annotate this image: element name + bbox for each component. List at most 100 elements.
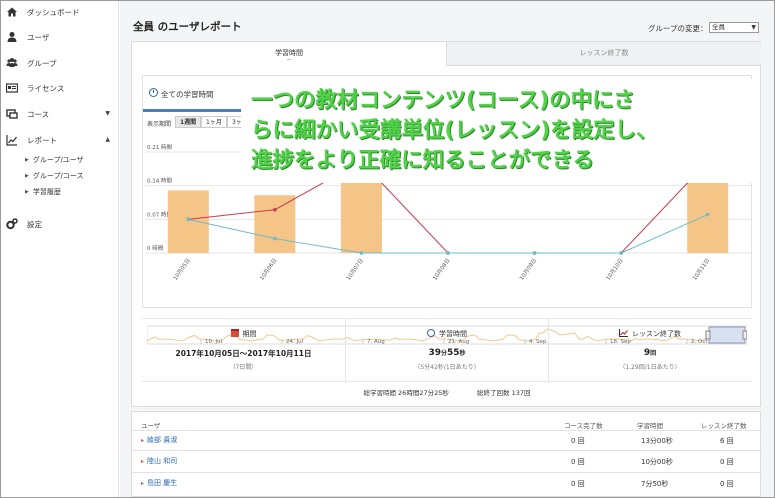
sidebar-item-label: ユーザ <box>27 32 50 42</box>
table-header-lessons[interactable]: レッスン終了数 <box>701 420 747 430</box>
bar <box>167 190 209 253</box>
cell-courses: 0 回 <box>571 458 585 466</box>
cell-lessons: 0 回 <box>720 480 734 488</box>
group-select-value: 全員 <box>712 23 725 31</box>
stat-study-label: 学習時間 <box>346 329 548 339</box>
sidebar-subitem-group-course[interactable]: ▶ グループ/コース <box>25 170 83 182</box>
chart-title: 全ての学習時間 <box>161 90 214 99</box>
user-name[interactable]: 綾部 貴淑 <box>147 436 177 444</box>
series-point <box>705 212 710 217</box>
chart-title-row: 全ての学習時間 <box>143 76 245 112</box>
user-name-link[interactable]: ▸ 島田 慶生 <box>141 478 177 488</box>
sidebar-item-label: グループ <box>27 58 57 68</box>
x-tick-label: 10月06日 <box>258 257 278 281</box>
sidebar-subitem-history[interactable]: ▶ 学習履歴 <box>25 186 61 198</box>
tab-lessons-finished[interactable]: レッスン終了数 <box>446 42 761 66</box>
cell-courses: 0 回 <box>571 437 585 445</box>
range-button-1week[interactable]: 1週間 <box>175 116 202 128</box>
chart-icon <box>6 134 18 146</box>
series-point <box>273 207 277 212</box>
table-header-courses[interactable]: コース完了数 <box>564 420 603 430</box>
x-tick-label: 10月10日 <box>605 257 625 281</box>
divider <box>132 472 762 473</box>
cell-time: 7分50秒 <box>641 480 669 488</box>
arrow-right-icon: ▸ <box>141 437 145 444</box>
stat-study-value: 39分55秒 <box>346 348 548 358</box>
total-study-time: 総学習時間 26時間27分25秒 <box>363 389 449 397</box>
series-point <box>532 251 537 255</box>
user-icon <box>6 31 18 43</box>
group-icon <box>6 57 18 69</box>
user-name-link[interactable]: ▸ 陸山 和司 <box>141 456 177 466</box>
home-icon <box>6 6 18 18</box>
triangle-right-icon: ▶ <box>25 189 29 195</box>
stat-study-seconds: 55 <box>447 348 460 358</box>
license-icon <box>5 82 19 94</box>
stat-lessons-value: 9回 <box>549 348 751 358</box>
series-point <box>359 251 364 255</box>
stat-lessons-unit: 回 <box>650 350 657 357</box>
stat-study-sub: （5分42秒/1日あたり） <box>414 364 480 371</box>
stat-period: 期間 2017年10月05日～2017年10月11日 （7日間） <box>142 319 345 383</box>
series-point <box>273 236 277 241</box>
stat-study-text: 学習時間 <box>439 330 467 338</box>
table-header-user[interactable]: ユーザ <box>141 420 160 430</box>
clock-icon <box>149 88 158 97</box>
x-tick-label: 10月07日 <box>345 257 365 281</box>
sidebar-item-label: ダッシュボード <box>27 7 80 17</box>
sidebar-item-courses[interactable]: コース ▼ <box>1 104 119 124</box>
series-point <box>619 251 623 255</box>
x-tick-label: 10月11日 <box>691 257 711 281</box>
sidebar-item-label: ライセンス <box>27 83 65 93</box>
sidebar: ダッシュボード ユーザ グループ ライセンス コース ▼ レポート ▲ ▶ グル… <box>1 1 119 497</box>
user-table: ユーザ コース完了数 学習時間 レッスン終了数 ▸ 綾部 貴淑 0 回 13分00… <box>131 411 762 497</box>
stat-study-time: 学習時間 39分55秒 （5分42秒/1日あたり） <box>345 319 548 383</box>
chevron-down-icon: ▼ <box>105 110 110 117</box>
stat-lessons-label: レッスン終了数 <box>549 329 751 339</box>
triangle-right-icon: ▶ <box>25 157 29 163</box>
caption-line: らに細かい受講単位(レッスン)を設定し、 <box>251 118 658 143</box>
arrow-right-icon: ▸ <box>141 480 145 487</box>
divider <box>132 430 762 431</box>
sidebar-item-users[interactable]: ユーザ <box>1 27 119 47</box>
arrow-right-icon: ▸ <box>141 458 145 465</box>
series-point <box>446 251 450 255</box>
user-name-link[interactable]: ▸ 綾部 貴淑 <box>141 435 177 445</box>
stat-study-unit-sec: 秒 <box>459 350 466 357</box>
table-header-time[interactable]: 学習時間 <box>637 420 663 430</box>
stat-period-label: 期間 <box>142 329 345 339</box>
sidebar-item-dashboard[interactable]: ダッシュボード <box>1 2 119 22</box>
user-name[interactable]: 陸山 和司 <box>147 457 177 465</box>
page-title: 全員 のユーザレポート <box>133 21 242 33</box>
triangle-right-icon: ▶ <box>25 173 29 179</box>
sidebar-subitem-label: グループ/コース <box>32 172 84 180</box>
group-change-label: グループの変更： <box>648 24 708 33</box>
cell-courses: 0 回 <box>571 480 585 488</box>
sidebar-item-reports[interactable]: レポート ▲ <box>1 130 119 150</box>
group-select[interactable]: 全員 ▼ <box>709 22 759 33</box>
course-icon <box>6 108 18 120</box>
x-tick-label: 10月09日 <box>518 257 538 281</box>
sidebar-item-groups[interactable]: グループ <box>1 53 119 73</box>
series-point <box>186 217 191 222</box>
tab-study-time[interactable]: 学習時間 <box>132 42 446 66</box>
sidebar-subitem-group-user[interactable]: ▶ グループ/ユーザ <box>25 154 84 166</box>
stat-lessons: レッスン終了数 9回 （1.29回/1日あたり） <box>548 319 751 383</box>
user-name[interactable]: 島田 慶生 <box>147 479 177 487</box>
sidebar-item-settings[interactable]: 設定 <box>1 214 119 234</box>
y-tick-label: 0 時間 <box>147 244 164 252</box>
divider <box>132 450 762 451</box>
cell-time: 13分00秒 <box>641 437 673 445</box>
range-button-1month[interactable]: 1ヶ月 <box>201 116 227 128</box>
x-tick-label: 10月08日 <box>432 257 452 281</box>
sidebar-item-license[interactable]: ライセンス <box>1 78 119 98</box>
cell-time: 10分00秒 <box>641 458 673 466</box>
total-finished-count: 総終了回数 137回 <box>477 389 531 397</box>
y-tick-label: 0.21 時間 <box>147 143 172 151</box>
range-label: 表示期間 <box>147 121 172 128</box>
chevron-down-icon: ▼ <box>751 24 756 31</box>
sidebar-subitem-label: グループ/ユーザ <box>32 156 84 164</box>
cell-lessons: 0 回 <box>720 458 734 466</box>
sidebar-item-label: レポート <box>27 135 57 145</box>
caption-line: 一つの教材コンテンツ(コース)の中にさ <box>251 88 635 113</box>
